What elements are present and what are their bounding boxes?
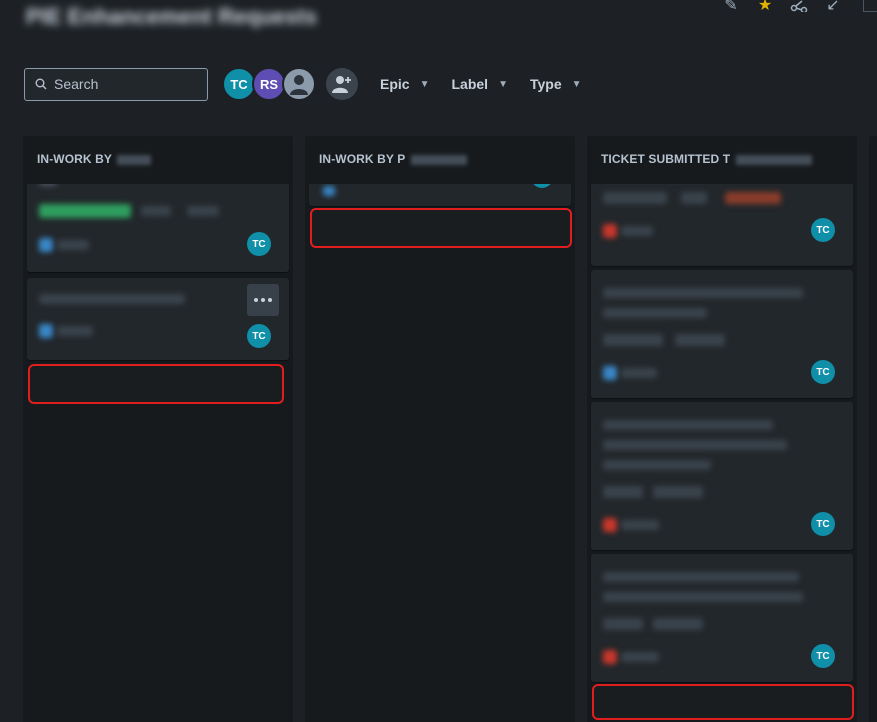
avatar-generic[interactable] <box>282 67 316 101</box>
redacted-text <box>411 155 467 165</box>
add-person-button[interactable] <box>326 68 358 100</box>
column-title: TICKET SUBMITTED T <box>601 152 730 166</box>
issue-card[interactable]: TC <box>591 270 853 398</box>
card-more-button[interactable] <box>247 284 279 316</box>
column-title: IN-WORK BY P <box>319 152 405 166</box>
issue-card[interactable]: TC <box>591 554 853 682</box>
board-title: PIE Enhancement Requests <box>26 4 317 30</box>
column-body: TC TC TC <box>587 184 857 722</box>
avatar-group: TC RS <box>222 67 312 101</box>
avatar-tc[interactable]: TC <box>222 67 256 101</box>
add-person-icon <box>332 75 352 93</box>
issue-card[interactable]: TC <box>591 402 853 550</box>
assignee-avatar[interactable] <box>531 184 553 188</box>
assignee-avatar[interactable]: TC <box>811 644 835 668</box>
edit-icon[interactable]: ✎ <box>721 0 741 12</box>
chevron-down-icon: ▼ <box>420 79 430 90</box>
issue-card[interactable]: TC <box>27 184 289 272</box>
assignee-avatar[interactable]: TC <box>811 512 835 536</box>
header-overflow-stub <box>863 0 877 12</box>
search-input[interactable] <box>54 76 194 92</box>
star-icon[interactable]: ★ <box>755 0 775 12</box>
chevron-down-icon: ▼ <box>498 79 508 90</box>
assignee-avatar[interactable]: TC <box>247 324 271 348</box>
assignee-avatar[interactable]: TC <box>811 360 835 384</box>
filter-epic[interactable]: Epic ▼ <box>380 76 429 92</box>
column-header: IN-WORK BY P <box>305 136 575 184</box>
filter-epic-label: Epic <box>380 76 410 92</box>
column-header: IN-WORK BY <box>23 136 293 184</box>
person-icon <box>289 73 309 95</box>
avatar-rs[interactable]: RS <box>252 67 286 101</box>
search-box[interactable] <box>24 68 208 101</box>
column-header: TICKET SUBMITTED T <box>587 136 857 184</box>
column-body <box>305 184 575 722</box>
search-icon <box>35 78 47 90</box>
filter-type-label: Type <box>530 76 562 92</box>
collapse-icon[interactable]: ↙ <box>823 0 843 12</box>
issue-card[interactable] <box>309 184 571 206</box>
board-column-in-work-1: IN-WORK BY TC TC <box>23 136 293 722</box>
filter-type[interactable]: Type ▼ <box>530 76 582 92</box>
board-page: PIE Enhancement Requests ✎ ★ ↙ TC RS <box>0 0 877 722</box>
column-body: TC TC <box>23 184 293 722</box>
card-drop-zone[interactable] <box>310 208 572 248</box>
column-title: IN-WORK BY <box>37 152 112 166</box>
issue-card[interactable]: TC <box>27 278 289 360</box>
filter-label[interactable]: Label ▼ <box>451 76 507 92</box>
board-column-in-work-2: IN-WORK BY P <box>305 136 575 722</box>
chevron-down-icon: ▼ <box>572 79 582 90</box>
board-toolbar: TC RS Epic ▼ Label ▼ <box>24 67 582 101</box>
assignee-avatar[interactable]: TC <box>811 218 835 242</box>
header-actions: ✎ ★ ↙ <box>721 0 877 12</box>
card-drop-zone[interactable] <box>592 684 854 720</box>
filter-label-label: Label <box>451 76 488 92</box>
assignee-avatar[interactable]: TC <box>247 232 271 256</box>
card-drop-zone[interactable] <box>28 364 284 404</box>
board-column-ticket-submitted: TICKET SUBMITTED T TC TC <box>587 136 857 722</box>
redacted-text <box>736 155 812 165</box>
share-icon[interactable] <box>789 0 809 12</box>
redacted-text <box>117 155 151 165</box>
issue-card[interactable]: TC <box>591 184 853 266</box>
board-column-partial <box>869 136 877 722</box>
